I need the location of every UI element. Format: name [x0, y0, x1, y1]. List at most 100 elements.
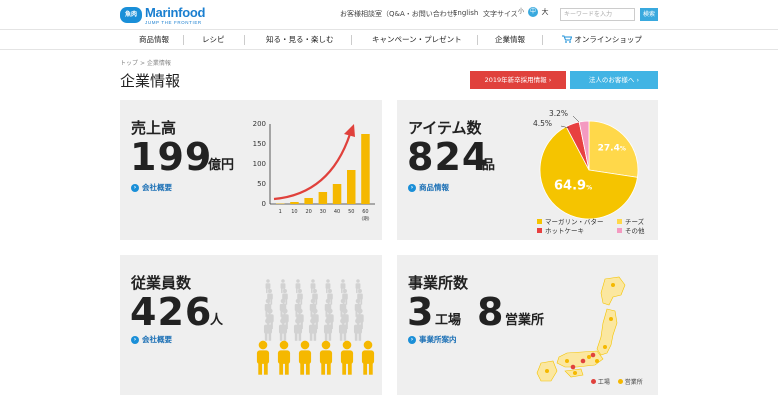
- person-icon: [310, 318, 316, 324]
- sales-offices-value: 8: [477, 290, 505, 334]
- employees-unit: 人: [210, 313, 224, 328]
- person-icon: [363, 340, 373, 350]
- factories-value: 3: [407, 290, 435, 334]
- employees-value: 426: [130, 290, 213, 334]
- person-icon: [325, 298, 331, 304]
- font-size-label: 文字サイズ: [483, 10, 518, 18]
- bar: [304, 198, 313, 204]
- legend-swatch: [537, 228, 542, 233]
- person-icon: [300, 340, 310, 350]
- search-input[interactable]: キーワードを入力: [560, 8, 635, 21]
- items-unit: 品: [482, 158, 496, 173]
- logo-badge: 魚肉: [120, 7, 142, 23]
- nav-divider: [477, 35, 478, 45]
- person-icon: [298, 289, 302, 293]
- offices-link-label: 事業所案内: [419, 335, 457, 344]
- person-icon: [357, 308, 363, 314]
- x-tick-label: 20: [305, 209, 311, 215]
- person-icon: [326, 279, 330, 283]
- bar: [361, 134, 370, 204]
- factory-legend-label: 工場: [597, 379, 610, 386]
- person-icon: [310, 298, 316, 304]
- items-products-link[interactable]: › 商品情報: [408, 182, 449, 193]
- breadcrumb: トップ > 企業情報: [120, 58, 171, 67]
- search-button[interactable]: 検索: [640, 8, 658, 21]
- legend-label: マーガリン・バター: [545, 217, 604, 226]
- arrow-circle-icon: ›: [408, 184, 416, 192]
- arrow-circle-icon: ›: [408, 336, 416, 344]
- cart-icon: [562, 35, 573, 43]
- nav-company[interactable]: 企業情報: [495, 34, 525, 45]
- arrow-circle-icon: ›: [131, 184, 139, 192]
- person-icon: [342, 308, 348, 314]
- breadcrumb-separator: >: [139, 60, 145, 67]
- legend-label: ホットケーキ: [545, 227, 584, 235]
- font-size-large-button[interactable]: 大: [540, 7, 550, 17]
- nav-products[interactable]: 商品情報: [139, 34, 169, 45]
- person-icon: [355, 298, 361, 304]
- person-icon: [321, 340, 331, 350]
- y-tick-label: 150: [253, 140, 266, 148]
- people-illustration: [256, 279, 375, 375]
- person-icon: [327, 308, 333, 314]
- employees-company-link[interactable]: › 会社概要: [131, 334, 172, 345]
- nav-recipes[interactable]: レシピ: [202, 34, 225, 45]
- person-icon: [328, 289, 332, 293]
- y-tick-label: 50: [257, 180, 266, 188]
- office-legend-label: 営業所: [624, 379, 643, 386]
- pie-value-label: 27.4%: [598, 143, 626, 153]
- person-icon: [313, 289, 317, 293]
- x-tick-label: 60: [362, 209, 368, 215]
- sales-value: 199: [130, 135, 213, 179]
- nav-online-shop[interactable]: オンラインショップ: [562, 34, 642, 45]
- items-link-label: 商品情報: [419, 183, 449, 192]
- logo-name: Marinfood: [145, 5, 206, 20]
- offices-guide-link[interactable]: › 事業所案内: [408, 334, 457, 345]
- global-nav: 商品情報 レシピ 知る・見る・楽しむ キャンペーン・プレゼント 企業情報 オンラ…: [0, 29, 778, 50]
- x-tick-label: 1: [279, 209, 282, 215]
- nav-divider: [351, 35, 352, 45]
- bar: [290, 202, 299, 204]
- items-pie-chart: 64.9%27.4%4.5%3.2%マーガリン・バター チーズホットケーキ その他: [533, 109, 645, 235]
- legend-label: その他: [625, 226, 645, 235]
- office-legend-swatch: [617, 379, 623, 384]
- person-icon: [265, 318, 271, 324]
- legend-swatch: [617, 228, 622, 233]
- person-icon: [280, 318, 286, 324]
- employees-card: 従業員数 426 人 › 会社概要: [120, 255, 382, 395]
- recruit-button[interactable]: 2019年新卒採用情報 ›: [470, 71, 566, 89]
- page-title: 企業情報: [120, 72, 181, 90]
- x-tick-label: 40: [334, 209, 340, 215]
- sales-company-link[interactable]: › 会社概要: [131, 182, 172, 193]
- nav-learn[interactable]: 知る・見る・楽しむ: [266, 34, 334, 45]
- arrow-circle-icon: ›: [131, 336, 139, 344]
- person-icon: [295, 318, 301, 324]
- bar: [332, 184, 342, 204]
- nav-campaign[interactable]: キャンペーン・プレゼント: [372, 34, 462, 45]
- person-icon: [297, 308, 303, 314]
- person-icon: [296, 279, 300, 283]
- person-icon: [279, 340, 289, 350]
- font-size-medium-button[interactable]: 中: [528, 7, 538, 17]
- factory-legend-swatch: [591, 379, 596, 384]
- font-size-small-button[interactable]: 小: [516, 7, 526, 17]
- x-unit-label: (期): [361, 216, 369, 222]
- english-link[interactable]: English: [453, 9, 478, 17]
- customer-support-link[interactable]: お客様相談室（Q&A・お問い合わせ）: [340, 9, 461, 19]
- person-icon: [358, 289, 362, 293]
- person-icon: [311, 279, 315, 283]
- sales-link-label: 会社概要: [142, 183, 172, 192]
- japan-map: [536, 276, 626, 382]
- corporate-customers-button[interactable]: 法人のお客様へ ›: [570, 71, 658, 89]
- trend-arrow-head: [344, 124, 355, 137]
- sales-bar-chart: 0501001502001 10 20 30 40 50 60(期): [253, 120, 375, 222]
- y-tick-label: 200: [253, 120, 266, 128]
- person-icon: [343, 289, 347, 293]
- person-icon: [325, 318, 331, 324]
- employees-link-label: 会社概要: [142, 335, 172, 344]
- breadcrumb-home[interactable]: トップ: [120, 60, 138, 67]
- leader-line: [572, 115, 580, 123]
- bar: [347, 170, 356, 204]
- person-icon: [265, 298, 271, 304]
- brand-logo[interactable]: 魚肉 Marinfood JUMP THE FRONTIER: [120, 5, 210, 29]
